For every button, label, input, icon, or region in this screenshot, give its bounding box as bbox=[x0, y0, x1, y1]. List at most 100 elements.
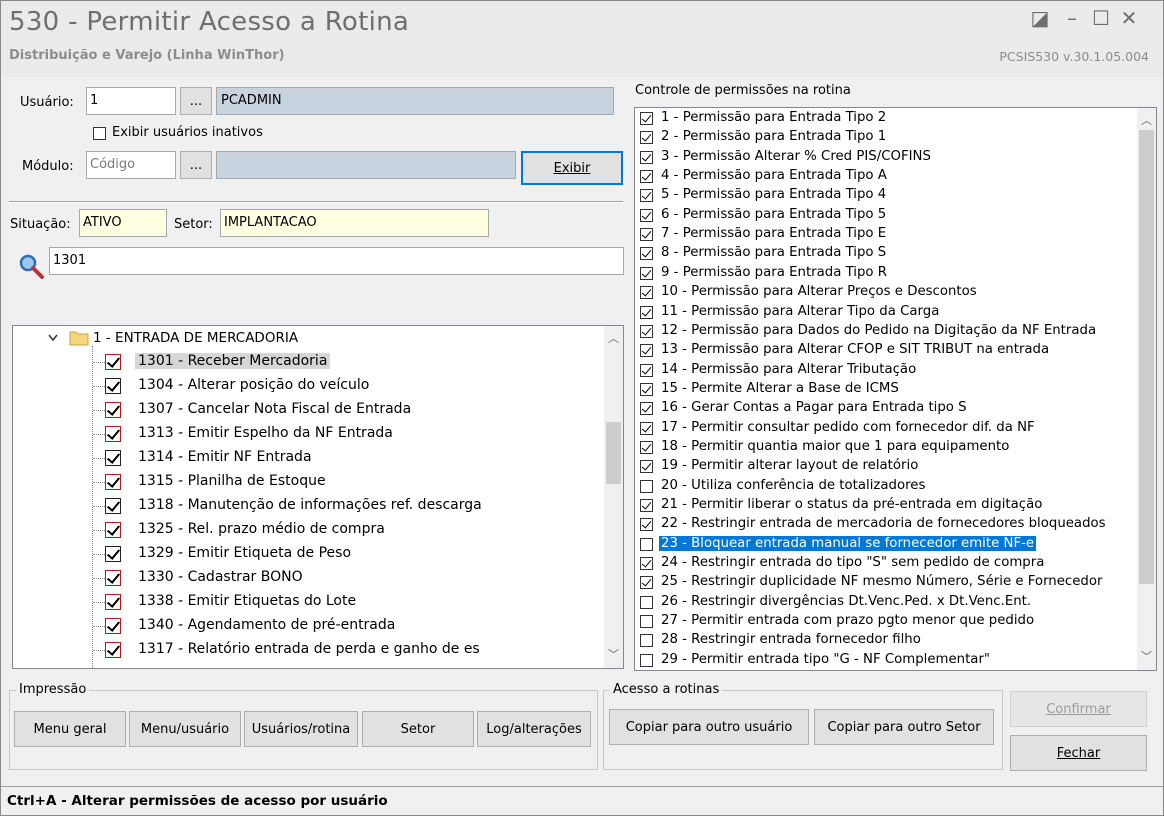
tree-item-checkbox[interactable] bbox=[105, 570, 121, 586]
permission-checkbox[interactable] bbox=[640, 537, 653, 551]
permission-item[interactable]: 29 - Permitir entrada tipo "G - NF Compl… bbox=[635, 651, 1139, 670]
close-icon[interactable]: ✕ bbox=[1118, 7, 1140, 29]
permission-checkbox[interactable] bbox=[640, 440, 653, 454]
permission-item[interactable]: 3 - Permissão Alterar % Cred PIS/COFINS bbox=[635, 148, 1139, 167]
setor-button[interactable]: Setor bbox=[362, 711, 474, 747]
permission-checkbox[interactable] bbox=[640, 460, 653, 474]
permission-item[interactable]: 13 - Permissão para Alterar CFOP e SIT T… bbox=[635, 341, 1139, 360]
tree-item[interactable]: 1313 - Emitir Espelho da NF Entrada bbox=[13, 422, 598, 445]
tree-item[interactable]: 1317 - Relatório entrada de perda e ganh… bbox=[13, 638, 598, 661]
tree-item-checkbox[interactable] bbox=[105, 618, 121, 634]
tree-item[interactable]: 1301 - Receber Mercadoria bbox=[13, 350, 598, 373]
permission-item[interactable]: 25 - Restringir duplicidade NF mesmo Núm… bbox=[635, 573, 1139, 592]
tree-item[interactable]: 1340 - Agendamento de pré-entrada bbox=[13, 614, 598, 637]
permission-item[interactable]: 6 - Permissão para Entrada Tipo 5 bbox=[635, 206, 1139, 225]
permission-checkbox[interactable] bbox=[640, 266, 653, 280]
permission-checkbox[interactable] bbox=[640, 286, 653, 300]
permission-checkbox[interactable] bbox=[640, 499, 653, 512]
permission-checkbox[interactable] bbox=[640, 112, 653, 125]
minimize-icon[interactable]: – bbox=[1061, 7, 1083, 29]
tree-item-checkbox[interactable] bbox=[105, 378, 121, 394]
permissions-list[interactable]: 1 - Permissão para Entrada Tipo 2 2 - Per… bbox=[634, 107, 1157, 671]
permission-item[interactable]: 27 - Permitir entrada com prazo pgto men… bbox=[635, 612, 1139, 631]
permissions-scrollbar[interactable]: ︿ ﹀ bbox=[1137, 108, 1156, 670]
permission-checkbox[interactable] bbox=[640, 228, 653, 242]
tree-item[interactable]: 1315 - Planilha de Estoque bbox=[13, 470, 598, 493]
permission-checkbox[interactable] bbox=[640, 189, 653, 203]
tree-item[interactable]: 1307 - Cancelar Nota Fiscal de Entrada bbox=[13, 398, 598, 421]
permission-checkbox[interactable] bbox=[640, 324, 653, 338]
permissions-scroll-thumb[interactable] bbox=[1139, 130, 1154, 584]
permission-item[interactable]: 1 - Permissão para Entrada Tipo 2 bbox=[635, 109, 1139, 128]
fechar-button[interactable]: Fechar bbox=[1010, 735, 1147, 771]
tree-item[interactable]: 1314 - Emitir NF Entrada bbox=[13, 446, 598, 469]
permission-item[interactable]: 7 - Permissão para Entrada Tipo E bbox=[635, 225, 1139, 244]
permission-checkbox[interactable] bbox=[640, 247, 653, 261]
scroll-up-icon[interactable]: ︿ bbox=[1137, 112, 1156, 130]
permission-item[interactable]: 2 - Permissão para Entrada Tipo 1 bbox=[635, 128, 1139, 147]
search-input[interactable]: 1301 bbox=[49, 247, 624, 275]
tree-item-checkbox[interactable] bbox=[105, 354, 121, 370]
scroll-down-icon[interactable]: ﹀ bbox=[604, 646, 623, 664]
copiar-usuario-button[interactable]: Copiar para outro usuário bbox=[609, 709, 809, 745]
tree-item-checkbox[interactable] bbox=[105, 426, 121, 442]
folder-label[interactable]: 1 - ENTRADA DE MERCADORIA bbox=[93, 330, 298, 346]
tree-scrollbar[interactable]: ︿ ﹀ bbox=[604, 326, 623, 668]
exibir-inativos-checkbox[interactable] bbox=[93, 127, 106, 140]
permission-item[interactable]: 9 - Permissão para Entrada Tipo R bbox=[635, 264, 1139, 283]
permission-checkbox[interactable] bbox=[640, 421, 653, 435]
modulo-browse-button[interactable]: ... bbox=[180, 151, 212, 179]
usuarios-rotina-button[interactable]: Usuários/rotina bbox=[244, 711, 358, 747]
permission-item[interactable]: 26 - Restringir divergências Dt.Venc.Ped… bbox=[635, 593, 1139, 612]
permission-item[interactable]: 18 - Permitir quantia maior que 1 para e… bbox=[635, 438, 1139, 457]
permission-checkbox[interactable] bbox=[640, 557, 653, 571]
tree-item-checkbox[interactable] bbox=[105, 402, 121, 418]
usuario-code-input[interactable]: 1 bbox=[86, 87, 176, 115]
permission-checkbox[interactable] bbox=[640, 344, 653, 358]
tree-item-checkbox[interactable] bbox=[105, 474, 121, 490]
tree-item-checkbox[interactable] bbox=[105, 450, 121, 466]
tree-item-checkbox[interactable] bbox=[105, 642, 121, 658]
modulo-code-input[interactable]: Código bbox=[86, 151, 176, 179]
permission-item[interactable]: 5 - Permissão para Entrada Tipo 4 bbox=[635, 186, 1139, 205]
copiar-setor-button[interactable]: Copiar para outro Setor bbox=[814, 709, 994, 745]
permission-checkbox[interactable] bbox=[640, 305, 653, 319]
permission-item[interactable]: 16 - Gerar Contas a Pagar para Entrada t… bbox=[635, 399, 1139, 418]
exibir-button[interactable]: Exibir bbox=[521, 151, 623, 185]
permission-item[interactable]: 20 - Utiliza conferência de totalizadore… bbox=[635, 477, 1139, 496]
tree-item-checkbox[interactable] bbox=[105, 594, 121, 610]
permission-item[interactable]: 12 - Permissão para Dados do Pedido na D… bbox=[635, 322, 1139, 341]
permission-checkbox[interactable] bbox=[640, 131, 653, 145]
tree-item-checkbox[interactable] bbox=[105, 498, 121, 514]
chevron-down-icon[interactable] bbox=[47, 332, 59, 344]
permission-item[interactable]: 21 - Permitir liberar o status da pré-en… bbox=[635, 496, 1139, 515]
scroll-down-icon[interactable]: ﹀ bbox=[1137, 648, 1156, 666]
permission-checkbox[interactable] bbox=[640, 653, 653, 667]
permission-checkbox[interactable] bbox=[640, 382, 653, 396]
permission-item[interactable]: 22 - Restringir entrada de mercadoria de… bbox=[635, 515, 1139, 534]
permission-checkbox[interactable] bbox=[640, 479, 653, 493]
permission-item[interactable]: 8 - Permissão para Entrada Tipo S bbox=[635, 244, 1139, 263]
permission-checkbox[interactable] bbox=[640, 363, 653, 377]
tree-item-checkbox[interactable] bbox=[105, 546, 121, 562]
tree-scroll-thumb[interactable] bbox=[606, 422, 621, 484]
permission-item[interactable]: 14 - Permissão para Alterar Tributação bbox=[635, 361, 1139, 380]
log-alteracoes-button[interactable]: Log/alterações bbox=[477, 711, 591, 747]
permission-checkbox[interactable] bbox=[640, 518, 653, 532]
tree-item-checkbox[interactable] bbox=[105, 522, 121, 538]
permission-checkbox[interactable] bbox=[640, 170, 653, 184]
permission-checkbox[interactable] bbox=[640, 208, 653, 222]
permission-item[interactable]: 24 - Restringir entrada do tipo "S" sem … bbox=[635, 554, 1139, 573]
permission-item[interactable]: 10 - Permissão para Alterar Preços e Des… bbox=[635, 283, 1139, 302]
tree-item[interactable]: 1329 - Emitir Etiqueta de Peso bbox=[13, 542, 598, 565]
tree-item[interactable]: 1304 - Alterar posição do veículo bbox=[13, 374, 598, 397]
permission-checkbox[interactable] bbox=[640, 595, 653, 609]
permission-item[interactable]: 11 - Permissão para Alterar Tipo da Carg… bbox=[635, 303, 1139, 322]
permission-item[interactable]: 17 - Permitir consultar pedido com forne… bbox=[635, 419, 1139, 438]
permission-item[interactable]: 15 - Permite Alterar a Base de ICMS bbox=[635, 380, 1139, 399]
permission-checkbox[interactable] bbox=[640, 576, 653, 590]
permission-checkbox[interactable] bbox=[640, 402, 653, 416]
scroll-up-icon[interactable]: ︿ bbox=[604, 330, 623, 348]
menu-usuario-button[interactable]: Menu/usuário bbox=[129, 711, 241, 747]
permission-item[interactable]: 23 - Bloquear entrada manual se forneced… bbox=[635, 535, 1139, 554]
